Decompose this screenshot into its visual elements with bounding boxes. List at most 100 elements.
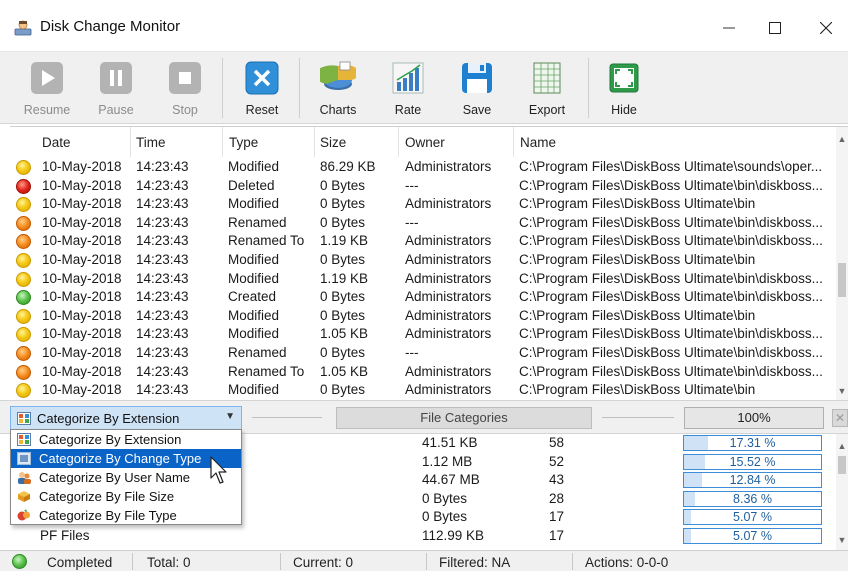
table-row[interactable]: 10-May-2018 14:23:43 Modified 1.19 KB Admini…: [10, 270, 836, 289]
cell-time: 14:23:43: [136, 345, 189, 360]
scrollbar-thumb[interactable]: [838, 456, 846, 474]
table-row[interactable]: 10-May-2018 14:23:43 Renamed 0 Bytes --- C:\P…: [10, 344, 836, 363]
file-size-icon: [18, 491, 30, 502]
app-icon: [14, 20, 32, 36]
column-divider[interactable]: [130, 127, 131, 157]
table-row[interactable]: 10-May-2018 14:23:43 Renamed To 1.19 KB Admi…: [10, 232, 836, 251]
dropdown-option-file-type[interactable]: Categorize By File Type: [11, 506, 241, 525]
save-label: Save: [462, 103, 492, 117]
cell-name: C:\Program Files\DiskBoss Ultimate\bin\d…: [519, 177, 823, 193]
category-size: 44.67 MB: [422, 472, 480, 488]
column-divider[interactable]: [222, 127, 223, 157]
cell-size: 1.05 KB: [320, 363, 369, 379]
scroll-up-icon[interactable]: ▲: [836, 133, 848, 145]
status-orange-icon: [16, 215, 31, 231]
rate-button[interactable]: Rate: [377, 58, 439, 120]
column-header-name[interactable]: Name: [520, 135, 556, 150]
resume-button[interactable]: Resume: [16, 58, 78, 120]
maximize-button[interactable]: [752, 8, 798, 48]
category-size: 1.12 MB: [422, 453, 473, 469]
column-header-type[interactable]: Type: [229, 135, 258, 150]
export-label: Export: [528, 103, 566, 117]
dropdown-option-label: Categorize By File Type: [39, 508, 177, 523]
cell-type: Renamed: [228, 214, 287, 230]
categorize-dropdown-value: Categorize By Extension: [37, 411, 180, 426]
table-row[interactable]: 10-May-2018 14:23:43 Created 0 Bytes Adminis…: [10, 288, 836, 307]
column-divider[interactable]: [314, 127, 315, 157]
status-indicator-icon: [12, 554, 27, 569]
extension-grid-icon: [17, 433, 31, 446]
dropdown-option-user-name[interactable]: Categorize By User Name: [11, 468, 241, 487]
bar-chart-icon: [392, 62, 424, 94]
stop-button[interactable]: Stop: [154, 58, 216, 120]
table-row[interactable]: 10-May-2018 14:23:43 Modified 0 Bytes Admini…: [10, 195, 836, 214]
maximize-icon: [769, 22, 781, 34]
column-header-time[interactable]: Time: [136, 135, 166, 150]
dropdown-option-file-size[interactable]: Categorize By File Size: [11, 487, 241, 506]
hide-window-icon: [609, 63, 639, 93]
cell-date: 10-May-2018: [42, 177, 122, 193]
reset-x-icon: [245, 61, 279, 95]
column-divider[interactable]: [513, 127, 514, 157]
category-percent-bar: 12.84 %: [683, 472, 822, 489]
cell-name: C:\Program Files\DiskBoss Ultimate\bin\d…: [519, 326, 823, 342]
cell-owner: Administrators: [405, 307, 492, 323]
category-vertical-scrollbar[interactable]: ▲ ▼: [836, 434, 848, 550]
close-categories-button[interactable]: ✕: [832, 409, 848, 427]
scroll-up-icon[interactable]: ▲: [836, 440, 848, 452]
cell-size: 0 Bytes: [320, 345, 366, 360]
status-orange-icon: [16, 364, 31, 380]
cell-date: 10-May-2018: [42, 382, 122, 398]
cell-owner: ---: [405, 177, 419, 193]
hide-button[interactable]: Hide: [593, 58, 655, 120]
table-row[interactable]: 10-May-2018 14:23:43 Modified 0 Bytes Admini…: [10, 307, 836, 326]
cell-name: C:\Program Files\DiskBoss Ultimate\bin: [519, 382, 756, 398]
charts-button[interactable]: Charts: [307, 58, 369, 120]
status-divider: [280, 553, 281, 570]
scroll-down-icon[interactable]: ▼: [836, 534, 848, 546]
category-count: 43: [549, 472, 565, 488]
save-button[interactable]: Save: [446, 58, 508, 120]
window-title: Disk Change Monitor: [40, 18, 181, 35]
table-row[interactable]: 10-May-2018 14:23:43 Renamed To 1.05 KB Admi…: [10, 363, 836, 382]
table-row[interactable]: 10-May-2018 14:23:43 Deleted 0 Bytes --- C:\P…: [10, 177, 836, 196]
cell-date: 10-May-2018: [42, 270, 122, 286]
table-row[interactable]: 10-May-2018 14:23:43 Modified 1.05 KB Admini…: [10, 325, 836, 344]
scroll-down-icon[interactable]: ▼: [836, 385, 848, 397]
status-yellow-icon: [16, 271, 31, 287]
category-row[interactable]: PF Files 112.99 KB 17 5.07 %: [10, 527, 836, 546]
percent-bar-text: 12.84 %: [729, 473, 776, 488]
column-divider[interactable]: [398, 127, 399, 157]
cell-type: Renamed To: [228, 233, 305, 249]
dropdown-option-label: Categorize By Change Type: [39, 451, 202, 466]
export-button[interactable]: Export: [516, 58, 578, 120]
dropdown-option-change-type[interactable]: Categorize By Change Type: [11, 449, 241, 468]
cell-name: C:\Program Files\DiskBoss Ultimate\bin\d…: [519, 270, 823, 286]
table-row[interactable]: 10-May-2018 14:23:43 Modified 0 Bytes Admini…: [10, 381, 836, 400]
cell-size: 0 Bytes: [320, 307, 366, 323]
category-count: 17: [549, 509, 565, 525]
table-row[interactable]: 10-May-2018 14:23:43 Renamed 0 Bytes --- C:\P…: [10, 214, 836, 233]
column-header-date[interactable]: Date: [42, 135, 71, 150]
minimize-icon: [723, 27, 735, 29]
minimize-button[interactable]: [706, 8, 752, 48]
scrollbar-thumb[interactable]: [838, 263, 846, 297]
table-row[interactable]: 10-May-2018 14:23:43 Modified 0 Bytes Admini…: [10, 251, 836, 270]
cell-time: 14:23:43: [136, 382, 189, 398]
percent-bar-text: 15.52 %: [729, 454, 776, 469]
mouse-pointer-icon: [210, 456, 227, 484]
reset-button[interactable]: Reset: [231, 58, 293, 120]
column-header-size[interactable]: Size: [320, 135, 346, 150]
status-filtered: Filtered: NA: [439, 555, 511, 570]
cell-time: 14:23:43: [136, 270, 189, 286]
table-vertical-scrollbar[interactable]: ▲ ▼: [836, 127, 848, 401]
categorize-dropdown[interactable]: Categorize By Extension ▼: [10, 406, 242, 430]
close-button[interactable]: [803, 8, 848, 48]
column-header-owner[interactable]: Owner: [405, 135, 445, 150]
cell-type: Renamed To: [228, 363, 305, 379]
pause-icon: [100, 62, 132, 94]
category-percent-bar: 17.31 %: [683, 435, 822, 451]
dropdown-option-extension[interactable]: Categorize By Extension: [11, 430, 241, 449]
pause-button[interactable]: Pause: [85, 58, 147, 120]
table-row[interactable]: 10-May-2018 14:23:43 Modified 86.29 KB Admin…: [10, 158, 836, 177]
